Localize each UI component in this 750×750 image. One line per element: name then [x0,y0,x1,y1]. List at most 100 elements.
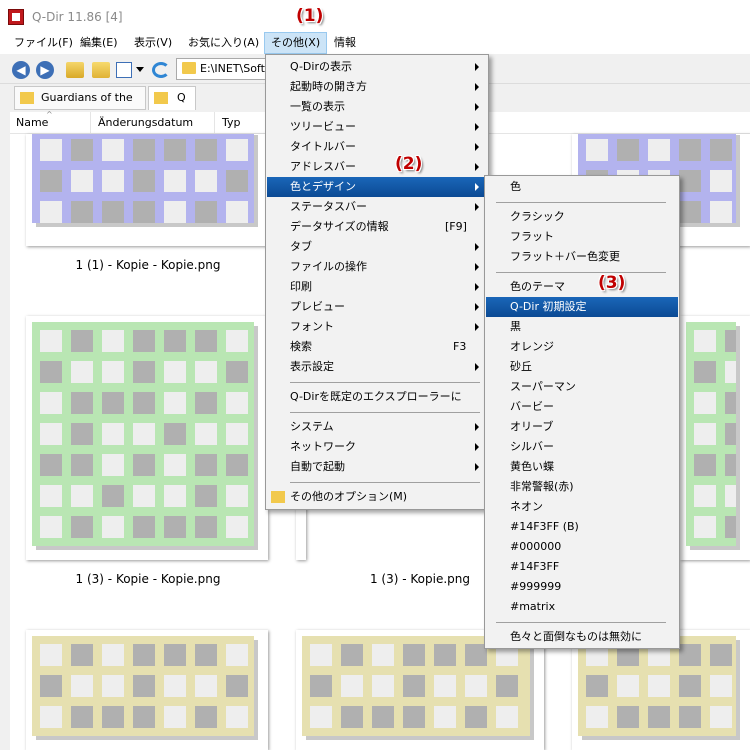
submenu-item[interactable]: 黒 [486,317,678,337]
thumbnail-cell [133,706,155,728]
column-separator[interactable] [214,112,215,134]
menu-item[interactable]: 印刷 [267,277,487,297]
thumbnail-cell [226,392,248,414]
thumbnail-cell [195,201,217,223]
menu-item[interactable]: システム [267,417,487,437]
submenu-item-label: 黒 [510,320,521,333]
thumbnail-cell [133,392,155,414]
menu-item[interactable]: タイトルバー [267,137,487,157]
parent-folder-icon[interactable] [66,62,84,78]
submenu-item[interactable]: フラット [486,227,678,247]
menu-item[interactable]: その他のオプション(M) [267,487,487,507]
menu-item[interactable]: 起動時の開き方 [267,77,487,97]
submenu-item[interactable]: 色のテーマ [486,277,678,297]
submenu-item[interactable]: #000000 [486,537,678,557]
menu-item[interactable]: タブ [267,237,487,257]
submenu-item[interactable]: #999999 [486,577,678,597]
submenu-item[interactable]: ネオン [486,497,678,517]
image-thumbnail[interactable] [26,316,268,560]
column-type[interactable]: Typ [222,116,241,129]
thumbnail-cell [341,706,363,728]
menu-item[interactable]: ステータスバー [267,197,487,217]
view-dropdown-icon[interactable] [136,62,146,78]
menu-item[interactable]: プレビュー [267,297,487,317]
thumbnail-cell [226,454,248,476]
submenu-arrow-icon [475,463,479,471]
thumbnail-cell [71,361,93,383]
image-thumbnail[interactable] [26,630,268,750]
thumbnail-cell [679,706,701,728]
menu-item[interactable]: Q-Dirの表示 [267,57,487,77]
file-caption[interactable]: 1 (3) - Kopie - Kopie.png [28,572,268,586]
thumbnail-cell [679,139,701,161]
menu-item-label: プレビュー [290,300,345,313]
thumbnail-image [32,636,254,736]
menu-item[interactable]: 検索 F3 [267,337,487,357]
thumbnail-cell [71,392,93,414]
thumbnail-cell [496,706,518,728]
refresh-icon[interactable] [152,62,170,78]
column-date[interactable]: Änderungsdatum [98,116,193,129]
tab-guardians[interactable]: Guardians of the ... [14,86,146,126]
image-thumbnail[interactable] [26,134,268,246]
submenu-item[interactable]: バービー [486,397,678,417]
submenu-item-label: オレンジ [510,340,554,353]
thumbnail-cell [694,330,716,352]
file-caption[interactable]: 1 (1) - Kopie - Kopie.png [28,258,268,272]
submenu-item[interactable]: 非常警報(赤) [486,477,678,497]
thumbnail-cell [71,170,93,192]
thumbnail-cell [102,675,124,697]
submenu-item[interactable]: 色々と面倒なものは無効に [486,627,678,647]
submenu-item[interactable]: Q-Dir 初期設定 [486,297,678,317]
menu-item[interactable]: アドレスバー [267,157,487,177]
menu-item[interactable]: 自動で起動 [267,457,487,477]
submenu-item[interactable]: オレンジ [486,337,678,357]
menu-item[interactable]: ファイルの操作 [267,257,487,277]
new-folder-icon[interactable] [92,62,110,78]
submenu-item[interactable]: クラシック [486,207,678,227]
menu-item[interactable]: ネットワーク [267,437,487,457]
menu-item[interactable]: 表示設定 [267,357,487,377]
menu-file[interactable]: ファイル(F) [8,32,79,54]
submenu-item[interactable]: フラット＋バー色変更 [486,247,678,267]
thumbnail-cell [71,706,93,728]
thumbnail-cell [102,201,124,223]
thumbnail-cell [372,706,394,728]
menu-item[interactable]: データサイズの情報 [F9] [267,217,487,237]
forward-button[interactable]: ▶ [36,61,54,79]
column-name[interactable]: Name [16,116,48,129]
menu-info[interactable]: 情報 [328,32,362,54]
submenu-item-label: フラット＋バー色変更 [510,250,620,263]
image-thumbnail[interactable] [680,316,750,560]
submenu-item[interactable]: オリーブ [486,417,678,437]
menu-item[interactable]: 色とデザイン [267,177,487,197]
submenu-item[interactable]: スーパーマン [486,377,678,397]
back-button[interactable]: ◀ [12,61,30,79]
menu-item[interactable]: フォント [267,317,487,337]
thumbnail-cell [434,675,456,697]
menu-item[interactable]: 一覧の表示 [267,97,487,117]
menu-item[interactable]: ツリービュー [267,117,487,137]
menu-favorites[interactable]: お気に入り(A) [182,32,265,54]
submenu-item[interactable]: シルバー [486,437,678,457]
submenu-item[interactable]: #14F3FF [486,557,678,577]
submenu-item[interactable]: 黄色い蝶 [486,457,678,477]
menu-other[interactable]: その他(X) [264,32,328,54]
submenu-item[interactable]: #matrix [486,597,678,617]
column-separator[interactable] [90,112,91,134]
thumbnail-cell [71,139,93,161]
menu-item-label: 表示設定 [290,360,334,373]
menu-view[interactable]: 表示(V) [128,32,178,54]
submenu-item[interactable]: #14F3FF (B) [486,517,678,537]
tab-q[interactable]: Q [148,86,196,110]
submenu-item[interactable]: 砂丘 [486,357,678,377]
thumbnail-cell [133,675,155,697]
thumbnail-cell [195,675,217,697]
submenu-item[interactable]: 色 [486,177,678,197]
thumbnail-cell [694,423,716,445]
step-3-label: (3) [598,273,626,293]
thumbnail-cell [372,675,394,697]
menu-edit[interactable]: 編集(E) [74,32,124,54]
menu-item[interactable]: Q-Dirを既定のエクスプローラーに [267,387,487,407]
view-mode-icon[interactable] [116,62,132,78]
